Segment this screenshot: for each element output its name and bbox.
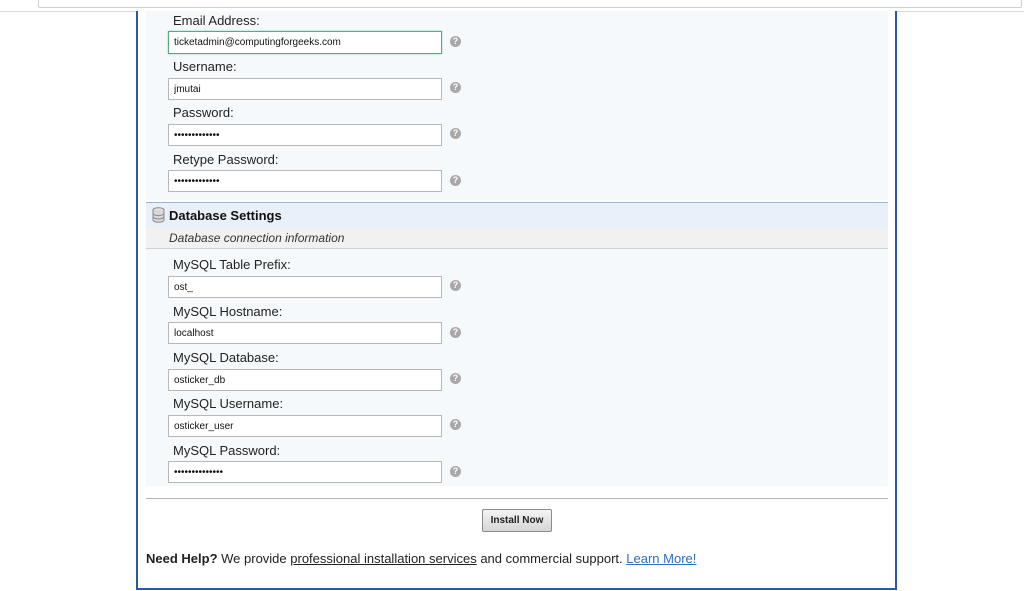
help-text-1: We provide bbox=[217, 551, 291, 566]
help-question-icon[interactable]: ? bbox=[450, 280, 461, 291]
password-label: Password: bbox=[173, 105, 234, 120]
mysql-username-field[interactable] bbox=[168, 415, 442, 437]
database-label: MySQL Database: bbox=[173, 350, 279, 365]
section-title: Database Settings bbox=[169, 208, 282, 223]
help-text-2: and commercial support. bbox=[476, 551, 627, 566]
help-question-icon[interactable]: ? bbox=[450, 419, 461, 430]
username-label: Username: bbox=[173, 59, 237, 74]
database-subtitle-bar: Database connection information bbox=[146, 227, 888, 249]
mysql-username-label: MySQL Username: bbox=[173, 396, 284, 411]
table-prefix-label: MySQL Table Prefix: bbox=[173, 257, 291, 272]
hostname-label: MySQL Hostname: bbox=[173, 304, 283, 319]
retype-password-field[interactable] bbox=[168, 170, 442, 192]
section-subtitle: Database connection information bbox=[169, 231, 345, 245]
help-lead: Need Help? bbox=[146, 551, 218, 566]
help-question-icon[interactable]: ? bbox=[450, 175, 461, 186]
password-field[interactable] bbox=[168, 124, 442, 146]
email-field[interactable] bbox=[168, 31, 442, 54]
learn-more-link[interactable]: Learn More! bbox=[626, 551, 696, 566]
help-footer: Need Help? We provide professional insta… bbox=[146, 551, 696, 566]
address-bar[interactable] bbox=[38, 0, 1022, 8]
help-question-icon[interactable]: ? bbox=[450, 36, 461, 47]
help-question-icon[interactable]: ? bbox=[450, 327, 461, 338]
help-question-icon[interactable]: ? bbox=[450, 82, 461, 93]
install-now-button[interactable]: Install Now bbox=[482, 509, 552, 532]
database-icon bbox=[152, 207, 165, 223]
mysql-password-label: MySQL Password: bbox=[173, 443, 281, 458]
mysql-password-field[interactable] bbox=[168, 461, 442, 483]
database-field[interactable] bbox=[168, 369, 442, 391]
database-settings-header: Database Settings bbox=[146, 202, 888, 227]
help-question-icon[interactable]: ? bbox=[450, 373, 461, 384]
table-prefix-field[interactable] bbox=[168, 276, 442, 298]
username-field[interactable] bbox=[168, 78, 442, 100]
installation-services-link[interactable]: professional installation services bbox=[290, 551, 476, 566]
help-question-icon[interactable]: ? bbox=[450, 128, 461, 139]
email-label: Email Address: bbox=[173, 13, 260, 28]
retype-password-label: Retype Password: bbox=[173, 152, 279, 167]
help-question-icon[interactable]: ? bbox=[450, 466, 461, 477]
divider bbox=[146, 498, 888, 499]
hostname-field[interactable] bbox=[168, 322, 442, 344]
